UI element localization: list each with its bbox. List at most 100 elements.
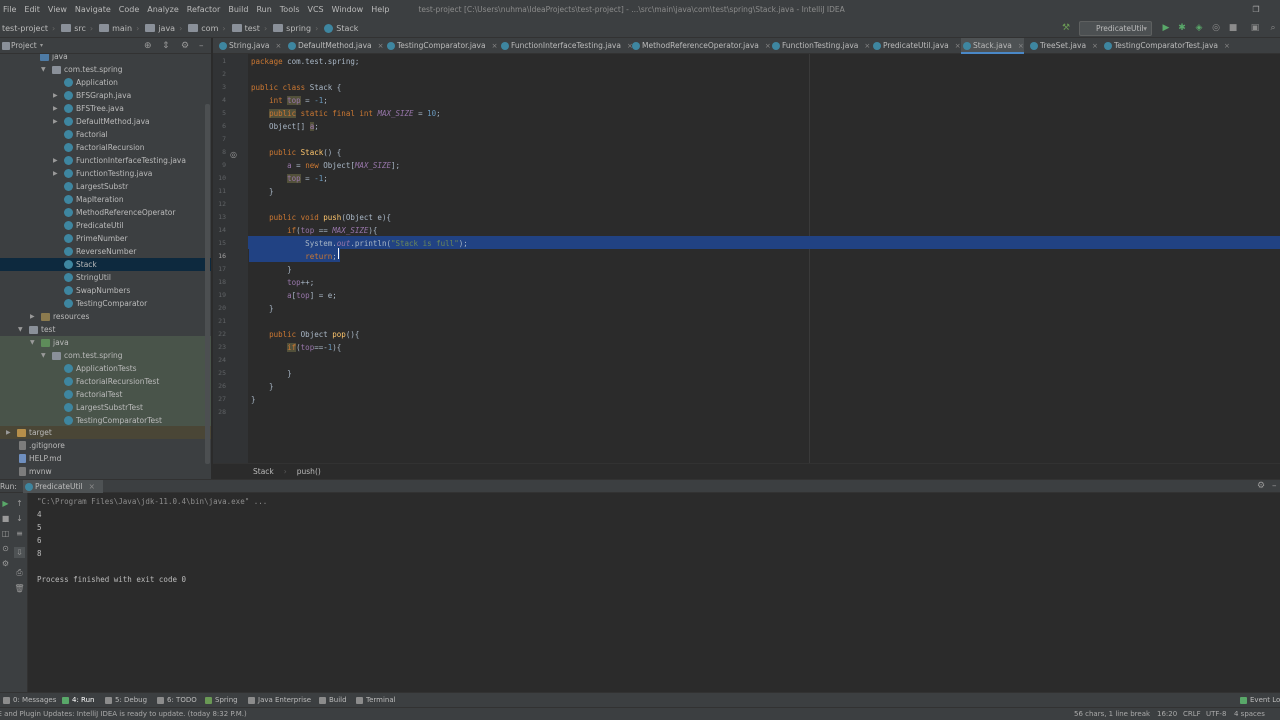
crumb-stack[interactable]: Stack [322,23,362,33]
run-icon[interactable]: ▶ [1159,21,1173,35]
tree-item[interactable]: mvnw [0,465,211,478]
collapsed-arrow-icon[interactable]: ▶ [30,310,35,323]
caret-position[interactable]: 16:20 [1157,708,1177,720]
hide-icon[interactable]: – [1272,480,1277,493]
tree-item[interactable]: ApplicationTests [0,362,211,375]
menu-navigate[interactable]: Navigate [72,5,116,14]
tab-predicateutil-java[interactable]: PredicateUtil.java × [871,38,961,54]
down-arrow-icon[interactable]: ↓ [14,513,25,524]
crumb-java[interactable]: java › [143,24,186,33]
expanded-arrow-icon[interactable]: ▼ [41,63,46,76]
tree-item[interactable]: HELP.md [0,452,211,465]
project-structure-icon[interactable]: ▣ [1248,21,1262,35]
tree-item[interactable]: TestingComparator [0,297,211,310]
tree-item[interactable]: ▶ target [0,426,211,439]
override-gutter-icon[interactable]: ◎ [230,150,237,159]
gear-icon[interactable]: ⚙ [1257,480,1265,493]
crumb-main[interactable]: main › [97,24,143,33]
close-icon[interactable]: × [1092,42,1098,50]
spring-tool-button[interactable]: Spring [205,693,238,708]
line-number-gutter[interactable]: 1 2 3 4 5 6 7 8 9 10 11 12 13 14 15 16 17 18 19 20 21 22 23 24 2… [213,54,248,463]
collapsed-arrow-icon[interactable]: ▶ [6,426,11,439]
tab-string-java[interactable]: String.java × [217,38,281,54]
tree-item[interactable]: java [0,54,211,63]
expanded-arrow-icon[interactable]: ▼ [41,349,46,362]
tab-testingcomparatortest-java[interactable]: TestingComparatorTest.java × [1102,38,1230,54]
expanded-arrow-icon[interactable]: ▼ [30,336,35,349]
scroll-to-end-icon[interactable]: ⇩ [14,547,25,558]
tree-item[interactable]: FactorialRecursion [0,141,211,154]
run-configuration-select[interactable]: PredicateUtil ▾ [1079,21,1152,36]
collapsed-arrow-icon[interactable]: ▶ [53,102,58,115]
tree-item[interactable]: ▼ com.test.spring [0,63,211,76]
menu-vcs[interactable]: VCS [305,5,329,14]
tree-item[interactable]: Application [0,76,211,89]
tree-item[interactable]: ▶ resources [0,310,211,323]
coverage-icon[interactable]: ◈ [1192,21,1206,35]
run-tool-button[interactable]: 4: Run [62,693,94,708]
tree-item[interactable]: Factorial [0,128,211,141]
tree-item[interactable]: ▶ DefaultMethod.java [0,115,211,128]
tree-item[interactable]: FactorialRecursionTest [0,375,211,388]
menu-help[interactable]: Help [368,5,394,14]
tree-item[interactable]: .gitignore [0,439,211,452]
event-log-tool-button[interactable]: Event Log [1240,693,1280,708]
todo-tool-button[interactable]: 6: TODO [157,693,197,708]
close-icon[interactable]: × [864,42,870,50]
trash-icon[interactable]: 🗑 [14,583,25,594]
menu-refactor[interactable]: Refactor [184,5,226,14]
tree-item[interactable]: LargestSubstrTest [0,401,211,414]
collapsed-arrow-icon[interactable]: ▶ [53,167,58,180]
menu-view[interactable]: View [45,5,72,14]
close-icon[interactable]: × [492,42,498,50]
run-tab-predicateutil[interactable]: PredicateUtil × [23,480,103,493]
stop-icon[interactable]: ■ [0,513,11,524]
rerun-icon[interactable]: ▶ [0,498,11,509]
gear-icon[interactable]: ⚙ [181,41,189,51]
print-icon[interactable]: ⎙ [14,567,25,578]
debug-tool-button[interactable]: 5: Debug [105,693,147,708]
tab-testingcomparator-java[interactable]: TestingComparator.java × [385,38,497,54]
tree-item[interactable]: ▼ test [0,323,211,336]
profile-icon[interactable]: ◎ [1209,21,1223,35]
collapsed-arrow-icon[interactable]: ▶ [53,154,58,167]
menu-window[interactable]: Window [329,5,369,14]
status-message[interactable]: IDE and Plugin Updates: IntelliJ IDEA is… [0,708,247,720]
tab-methodreferenceoperator-java[interactable]: MethodReferenceOperator.java × [630,38,771,54]
tree-item[interactable]: ▶ FunctionInterfaceTesting.java [0,154,211,167]
crumb-src[interactable]: src › [59,24,97,33]
restore-window-button[interactable]: ❐ [1245,0,1267,19]
tree-item[interactable]: ▶ BFSTree.java [0,102,211,115]
close-icon[interactable]: × [89,482,95,491]
tab-defaultmethod-java[interactable]: DefaultMethod.java × [286,38,384,54]
tree-item[interactable]: MapIteration [0,193,211,206]
tree-item[interactable]: LargestSubstr [0,180,211,193]
settings-icon[interactable]: ⚙ [0,558,11,569]
tree-item[interactable]: ▶ FunctionTesting.java [0,167,211,180]
crumb-com[interactable]: com › [186,24,229,33]
tree-item[interactable]: StringUtil [0,271,211,284]
chevron-down-icon[interactable]: ▾ [40,42,43,49]
menu-analyze[interactable]: Analyze [144,5,184,14]
java-enterprise-tool-button[interactable]: Java Enterprise [248,693,311,708]
search-icon[interactable]: ⌕ [1266,21,1280,35]
menu-code[interactable]: Code [116,5,144,14]
file-encoding[interactable]: UTF-8 [1206,708,1226,720]
soft-wrap-icon[interactable]: ≡ [14,528,25,539]
close-icon[interactable]: × [955,42,961,50]
build-tool-button[interactable]: Build [319,693,347,708]
menu-tools[interactable]: Tools [277,5,305,14]
close-icon[interactable]: × [1224,42,1230,50]
messages-tool-button[interactable]: 0: Messages [3,693,56,708]
up-arrow-icon[interactable]: ↑ [14,498,25,509]
scrollbar[interactable] [205,104,210,464]
menu-build[interactable]: Build [225,5,253,14]
terminal-tool-button[interactable]: Terminal [356,693,396,708]
crumb-spring[interactable]: spring › [271,24,322,33]
restore-layout-icon[interactable]: ◫ [0,528,11,539]
tree-item[interactable]: ReverseNumber [0,245,211,258]
close-icon[interactable]: × [1018,42,1024,50]
tree-item[interactable]: SwapNumbers [0,284,211,297]
expanded-arrow-icon[interactable]: ▼ [18,323,23,336]
tab-functioninterfacetesting-java[interactable]: FunctionInterfaceTesting.java × [499,38,633,54]
